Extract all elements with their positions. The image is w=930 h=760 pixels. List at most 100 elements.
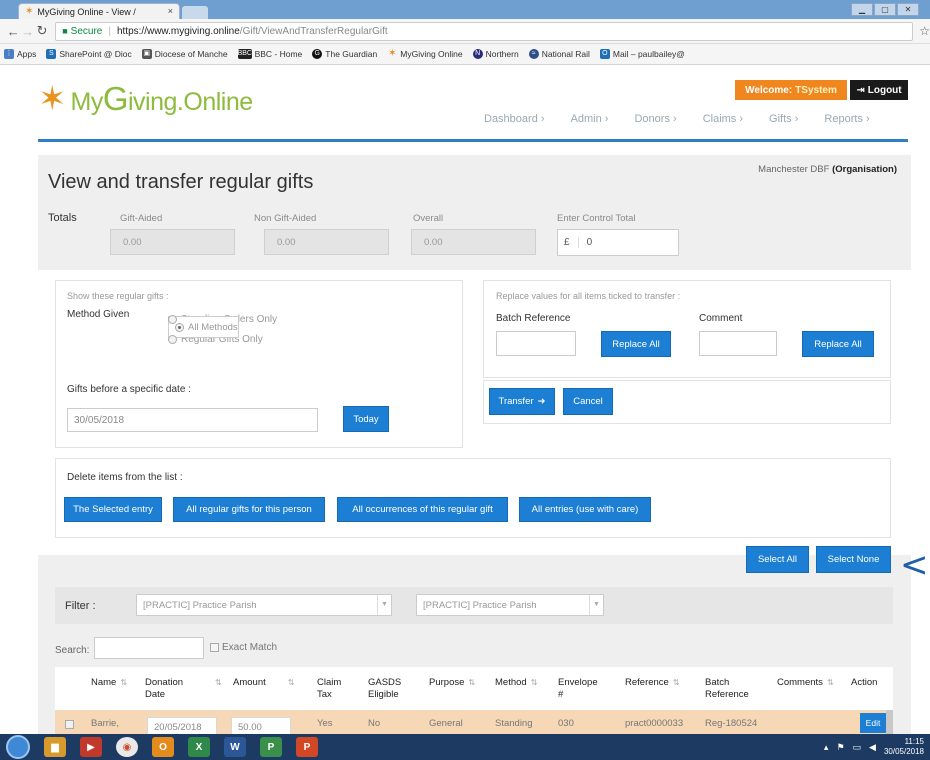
filter-select-1[interactable]: [PRACTIC] Practice Parish ▼ xyxy=(136,594,392,616)
col-gasds-eligible[interactable]: GASDS Eligible xyxy=(368,677,412,701)
nav-reports[interactable]: Reports xyxy=(824,113,869,125)
secure-label: Secure xyxy=(70,25,103,37)
search-input[interactable] xyxy=(94,637,204,659)
bookmark-mygiving[interactable]: ✶ MyGiving Online xyxy=(387,49,463,60)
bookmark-guardian[interactable]: G The Guardian xyxy=(312,49,377,59)
excel-icon[interactable]: X xyxy=(188,737,210,757)
logout-label: Logout xyxy=(867,84,902,96)
control-total-label: Enter Control Total xyxy=(557,213,636,224)
bookmark-mail[interactable]: O Mail – paulbailey@ xyxy=(599,49,685,59)
comment-input[interactable] xyxy=(699,331,777,356)
nav-gifts[interactable]: Gifts xyxy=(769,113,798,125)
delete-all-occurrences-button[interactable]: All occurrences of this regular gift xyxy=(337,497,508,522)
clock[interactable]: 11:15 30/05/2018 xyxy=(884,737,924,757)
col-claim-tax[interactable]: Claim Tax xyxy=(317,677,357,701)
bookmark-star-icon[interactable]: ☆ xyxy=(919,24,930,38)
chrome-icon[interactable]: ◉ xyxy=(116,737,138,757)
bookmark-national-rail[interactable]: ≈ National Rail xyxy=(528,49,590,59)
sharepoint-icon: S xyxy=(46,49,57,59)
exact-match-checkbox[interactable]: Exact Match xyxy=(210,642,277,653)
media-player-icon[interactable]: ▶ xyxy=(80,737,102,757)
sort-icon: ⇅ xyxy=(120,678,128,687)
new-tab-button[interactable] xyxy=(182,6,208,19)
col-amount[interactable]: Amount ⇅ xyxy=(233,677,294,689)
control-total-input[interactable]: £ 0 xyxy=(557,229,679,256)
today-button[interactable]: Today xyxy=(343,406,389,432)
delete-all-for-person-button[interactable]: All regular gifts for this person xyxy=(173,497,325,522)
tab-close-icon[interactable]: × xyxy=(168,6,173,16)
volume-icon[interactable]: ◀ xyxy=(869,742,876,753)
nav-dashboard[interactable]: Dashboard xyxy=(484,113,545,125)
replace-all-comment-button[interactable]: Replace All xyxy=(802,331,874,357)
non-gift-aided-label: Non Gift-Aided xyxy=(254,213,317,224)
currency-symbol: £ xyxy=(564,237,579,248)
network-icon[interactable]: ▭ xyxy=(853,742,862,753)
maximize-icon[interactable]: ▢ xyxy=(874,3,896,16)
delete-all-entries-button[interactable]: All entries (use with care) xyxy=(519,497,651,522)
col-reference[interactable]: Reference ⇅ xyxy=(625,677,680,689)
browser-tab[interactable]: ✶ MyGiving Online - View / × xyxy=(18,3,180,19)
address-bar-row: ← → ↻ ■ Secure | https://www.mygiving.on… xyxy=(0,19,930,44)
col-envelope[interactable]: Envelope # xyxy=(558,677,604,701)
cell-gasds: No xyxy=(368,718,381,729)
select-all-button[interactable]: Select All xyxy=(746,546,809,573)
mygiving-logo[interactable]: ✶ MyGiving.Online xyxy=(38,80,253,118)
bookmark-apps[interactable]: ⋮ Apps xyxy=(4,49,36,59)
nav-donors[interactable]: Donors xyxy=(634,113,676,125)
url-path: /Gift/ViewAndTransferRegularGift xyxy=(239,25,388,37)
row-checkbox[interactable] xyxy=(65,720,74,729)
logout-button[interactable]: ⇥ Logout xyxy=(850,80,908,100)
filter-bar: Filter : [PRACTIC] Practice Parish ▼ [PR… xyxy=(55,587,893,624)
batch-reference-label: Batch Reference xyxy=(496,313,571,324)
search-label: Search: xyxy=(55,645,90,656)
flag-icon[interactable]: ⚑ xyxy=(836,742,844,753)
url-field[interactable]: ■ Secure | https://www.mygiving.online /… xyxy=(55,21,914,41)
nav-admin[interactable]: Admin xyxy=(571,113,609,125)
radio-all-methods[interactable]: All Methods xyxy=(168,316,239,338)
minimize-icon[interactable]: ▁ xyxy=(851,3,873,16)
padlock-icon: ■ xyxy=(62,26,68,36)
start-button-icon[interactable] xyxy=(6,735,30,759)
method-given-label: Method Given xyxy=(67,309,130,320)
cell-reference: pract0000033 xyxy=(625,718,684,729)
bookmark-northern[interactable]: N Northern xyxy=(472,49,519,59)
os-taskbar: ▆ ▶ ◉ O X W P P ▴ ⚑ ▭ ◀ 11:15 30/05/2018 xyxy=(0,734,930,760)
bookmark-sharepoint[interactable]: S SharePoint @ Dioc xyxy=(46,49,132,59)
publisher-icon[interactable]: P xyxy=(260,737,282,757)
reload-icon[interactable]: ↻ xyxy=(35,23,49,39)
powerpoint-icon[interactable]: P xyxy=(296,737,318,757)
filter-select-2[interactable]: [PRACTIC] Practice Parish ▼ xyxy=(416,594,604,616)
transfer-arrow-icon: ➜ xyxy=(537,396,546,407)
batch-reference-input[interactable] xyxy=(496,331,576,356)
back-arrow-icon[interactable]: ← xyxy=(6,24,20,39)
bookmark-diocese[interactable]: ▣ Diocese of Manche xyxy=(141,49,228,59)
file-explorer-icon[interactable]: ▆ xyxy=(44,737,66,757)
transfer-button[interactable]: Transfer ➜ xyxy=(489,388,555,415)
sort-icon: ⇅ xyxy=(530,678,538,687)
select-none-button[interactable]: Select None xyxy=(816,546,891,573)
col-name[interactable]: Name ⇅ xyxy=(91,677,127,689)
date-label: Gifts before a specific date : xyxy=(67,384,191,395)
edit-button[interactable]: Edit xyxy=(860,713,886,733)
organisation-label: Manchester DBF (Organisation) xyxy=(758,164,897,175)
window-close-icon[interactable]: ✕ xyxy=(897,3,919,16)
replace-all-batch-button[interactable]: Replace All xyxy=(601,331,671,357)
cancel-button[interactable]: Cancel xyxy=(563,388,613,415)
forward-arrow-icon[interactable]: → xyxy=(20,24,34,39)
delete-items-card: Delete items from the list : The Selecte… xyxy=(55,458,891,538)
url-host: https://www.mygiving.online xyxy=(116,25,240,37)
dropdown-caret-icon: ▼ xyxy=(589,595,603,615)
word-icon[interactable]: W xyxy=(224,737,246,757)
col-purpose[interactable]: Purpose ⇅ xyxy=(429,677,475,689)
outlook-taskbar-icon[interactable]: O xyxy=(152,737,174,757)
date-input[interactable]: 30/05/2018 xyxy=(67,408,318,432)
col-method[interactable]: Method ⇅ xyxy=(495,677,537,689)
col-batch-reference[interactable]: Batch Reference xyxy=(705,677,755,701)
col-comments[interactable]: Comments ⇅ xyxy=(777,677,834,689)
nav-claims[interactable]: Claims xyxy=(703,113,743,125)
bookmark-bbc[interactable]: BBC BBC - Home xyxy=(237,49,302,59)
col-donation-date[interactable]: Donation Date ⇅ xyxy=(145,677,222,701)
nav-divider xyxy=(38,139,908,142)
tray-arrow-icon[interactable]: ▴ xyxy=(824,742,829,753)
delete-selected-entry-button[interactable]: The Selected entry xyxy=(64,497,162,522)
